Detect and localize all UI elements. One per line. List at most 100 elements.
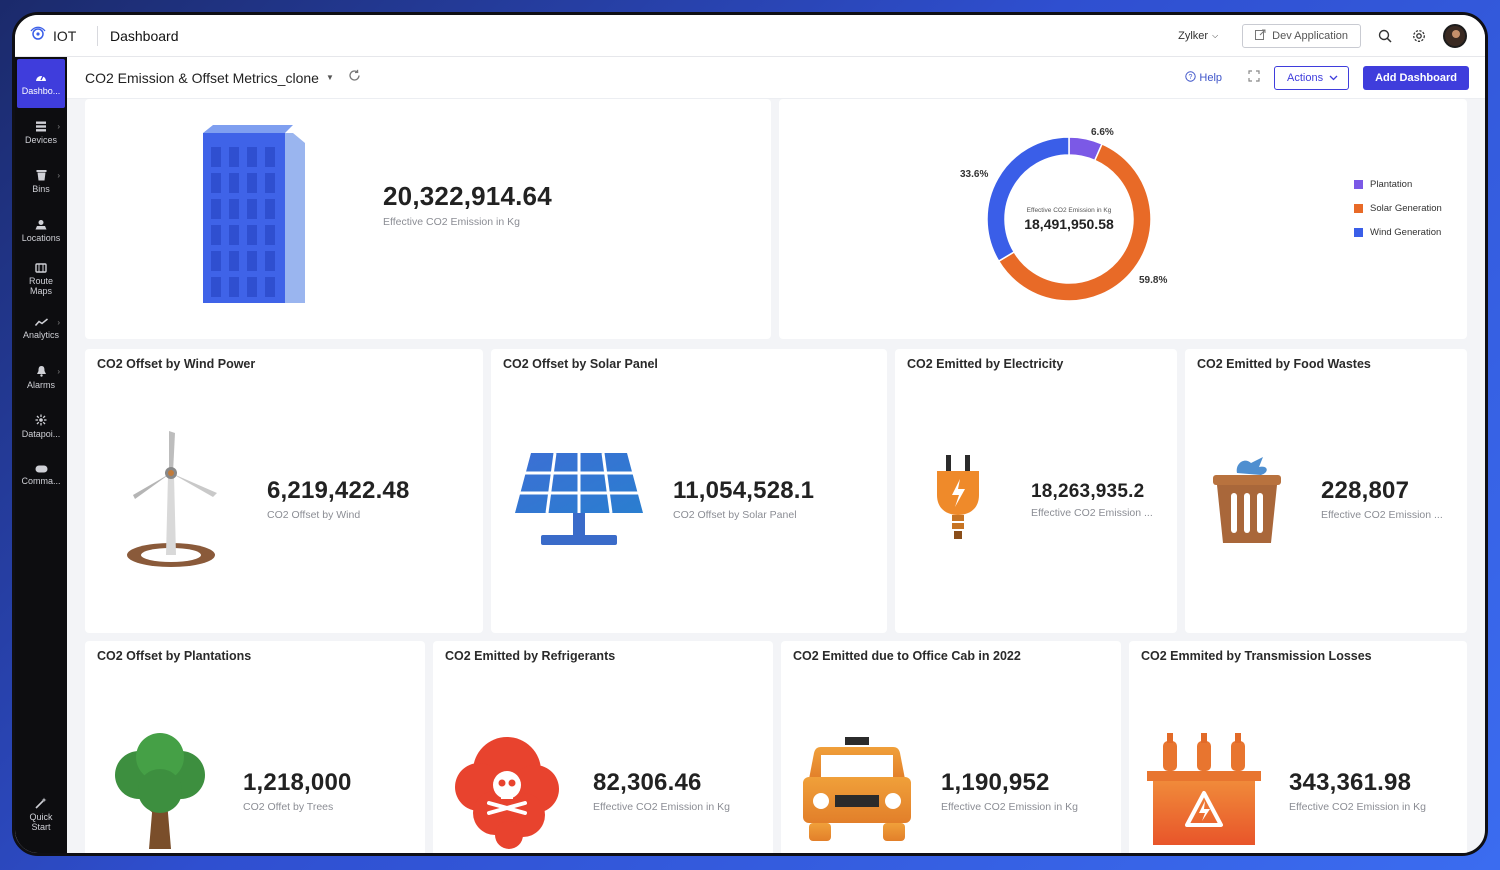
building-window bbox=[265, 251, 275, 271]
sidebar-item-route-maps[interactable]: Route Maps bbox=[17, 255, 65, 304]
analytics-icon bbox=[34, 317, 48, 326]
office-cab-metric: 1,190,952 Effective CO2 Emission in Kg bbox=[941, 769, 1078, 813]
dev-application-button[interactable]: Dev Application bbox=[1242, 23, 1361, 48]
transmission-loss-emission-card[interactable]: CO2 Emmited by Transmission Losses 343,3… bbox=[1129, 641, 1467, 853]
gear-icon[interactable] bbox=[1409, 26, 1429, 46]
org-name: Zylker bbox=[1178, 29, 1209, 42]
legend-item[interactable]: Wind Generation bbox=[1354, 227, 1442, 238]
food-waste-bin-icon bbox=[1213, 457, 1281, 543]
app-window: IOT Dashboard Zylker ⌵ Dev Application D… bbox=[12, 12, 1488, 856]
fullscreen-icon[interactable] bbox=[1248, 69, 1260, 87]
search-icon[interactable] bbox=[1375, 26, 1395, 46]
legend-item[interactable]: Plantation bbox=[1354, 179, 1442, 190]
emission-donut-card[interactable]: Effective CO2 Emission in Kg 18,491,950.… bbox=[779, 99, 1467, 339]
chart-legend: Plantation Solar Generation Wind Generat… bbox=[1354, 179, 1442, 251]
avatar[interactable] bbox=[1443, 23, 1467, 48]
route-map-icon bbox=[35, 263, 47, 273]
electricity-emission-card[interactable]: CO2 Emitted by Electricity 18,263,935.2 … bbox=[895, 349, 1177, 633]
card-title: CO2 Offset by Wind Power bbox=[97, 357, 256, 371]
plantation-offset-card[interactable]: CO2 Offset by Plantations 1,218,000 CO2 … bbox=[85, 641, 425, 853]
building-window bbox=[229, 277, 239, 297]
sidebar-item-commands[interactable]: Comma... bbox=[17, 451, 65, 500]
card-title: CO2 Offset by Solar Panel bbox=[503, 357, 658, 371]
legend-swatch bbox=[1354, 228, 1363, 237]
office-cab-emission-card[interactable]: CO2 Emitted due to Office Cab in 2022 1,… bbox=[781, 641, 1121, 853]
org-selector[interactable]: Zylker ⌵ bbox=[1178, 30, 1218, 42]
metric-label: Effective CO2 Emission in Kg bbox=[941, 801, 1078, 813]
building-window bbox=[265, 199, 275, 219]
metric-label: Effective CO2 Emission in Kg bbox=[593, 801, 730, 813]
metric-value: 6,219,422.48 bbox=[267, 477, 410, 504]
building-window bbox=[247, 147, 257, 167]
electricity-metric: 18,263,935.2 Effective CO2 Emission ... bbox=[1031, 481, 1153, 519]
transformer-icon bbox=[1147, 733, 1261, 845]
actions-label: Actions bbox=[1287, 71, 1324, 84]
food-waste-emission-card[interactable]: CO2 Emitted by Food Wastes 228,807 Effec… bbox=[1185, 349, 1467, 633]
dashboard-selector[interactable]: CO2 Emission & Offset Metrics_clone bbox=[85, 70, 319, 86]
metric-label: Effective CO2 Emission in Kg bbox=[1289, 801, 1426, 813]
card-title: CO2 Offset by Plantations bbox=[97, 649, 252, 663]
legend-swatch bbox=[1354, 204, 1363, 213]
sidebar-item-datapoints[interactable]: Datapoi... bbox=[17, 402, 65, 451]
sidebar-item-devices[interactable]: Devices › bbox=[17, 108, 65, 157]
brand-name: IOT bbox=[53, 27, 77, 44]
sidebar-item-analytics[interactable]: Analytics › bbox=[17, 304, 65, 353]
legend-item[interactable]: Solar Generation bbox=[1354, 203, 1442, 214]
sidebar: Dashbo... Devices › Bins › Locations Rou… bbox=[15, 57, 67, 853]
sidebar-item-bins[interactable]: Bins › bbox=[17, 157, 65, 206]
alarm-icon bbox=[36, 366, 46, 377]
metric-label: Effective CO2 Emission ... bbox=[1321, 509, 1443, 521]
chevron-right-icon: › bbox=[57, 122, 60, 131]
building-icon bbox=[203, 125, 305, 303]
dashboard-header: CO2 Emission & Offset Metrics_clone ▼ ? … bbox=[67, 57, 1485, 99]
donut-center: Effective CO2 Emission in Kg 18,491,950.… bbox=[1009, 207, 1129, 232]
metric-value: 20,322,914.64 bbox=[383, 181, 552, 211]
wind-turbine-icon bbox=[127, 431, 217, 567]
plug-icon bbox=[937, 455, 979, 539]
building-window bbox=[211, 225, 221, 245]
refrigerant-emission-card[interactable]: CO2 Emitted by Refrigerants 82,306.46 Ef… bbox=[433, 641, 773, 853]
external-link-icon bbox=[1255, 29, 1266, 43]
metric-label: CO2 Offset by Solar Panel bbox=[673, 509, 797, 521]
caret-down-icon[interactable]: ▼ bbox=[326, 73, 334, 82]
legend-swatch bbox=[1354, 180, 1363, 189]
help-icon: ? bbox=[1185, 70, 1197, 85]
sidebar-item-locations[interactable]: Locations bbox=[17, 206, 65, 255]
bin-icon bbox=[36, 170, 46, 181]
donut-center-value: 18,491,950.58 bbox=[1024, 216, 1114, 232]
add-dashboard-button[interactable]: Add Dashboard bbox=[1363, 65, 1469, 90]
sidebar-item-label: Quick Start bbox=[29, 812, 53, 832]
sidebar-item-alarms[interactable]: Alarms › bbox=[17, 353, 65, 402]
solar-offset-card[interactable]: CO2 Offset by Solar Panel 11,054,528.1 C… bbox=[491, 349, 887, 633]
help-link[interactable]: ? Help bbox=[1185, 70, 1222, 85]
sidebar-item-label: Route Maps bbox=[28, 276, 54, 296]
building-window bbox=[229, 199, 239, 219]
sidebar-item-dashboard[interactable]: Dashbo... bbox=[17, 59, 65, 108]
sidebar-item-quick-start[interactable]: Quick Start bbox=[17, 790, 65, 839]
building-window bbox=[265, 277, 275, 297]
actions-button[interactable]: Actions bbox=[1274, 65, 1350, 90]
chevron-right-icon: › bbox=[57, 318, 60, 327]
wind-offset-card[interactable]: CO2 Offset by Wind Power 6,219,422.48 CO… bbox=[85, 349, 483, 633]
location-icon bbox=[35, 219, 47, 229]
refrigerant-metric: 82,306.46 Effective CO2 Emission in Kg bbox=[593, 769, 730, 813]
solar-metric: 11,054,528.1 CO2 Offset by Solar Panel bbox=[673, 477, 814, 521]
svg-text:?: ? bbox=[1189, 74, 1193, 81]
sidebar-item-label: Datapoi... bbox=[21, 429, 61, 439]
card-title: CO2 Emitted due to Office Cab in 2022 bbox=[793, 649, 1021, 663]
solar-panel-icon bbox=[515, 452, 643, 545]
donut-center-label: Effective CO2 Emission in Kg bbox=[1026, 207, 1112, 214]
building-window bbox=[247, 225, 257, 245]
metric-label: CO2 Offset by Wind bbox=[267, 509, 361, 521]
building-window bbox=[211, 251, 221, 271]
brand[interactable]: IOT bbox=[15, 25, 87, 46]
legend-label: Solar Generation bbox=[1370, 203, 1442, 214]
refresh-icon[interactable] bbox=[348, 69, 361, 87]
card-title: CO2 Emmited by Transmission Losses bbox=[1141, 649, 1372, 663]
metric-value: 18,263,935.2 bbox=[1031, 481, 1145, 502]
metric-value: 82,306.46 bbox=[593, 769, 702, 796]
metric-label: Effective CO2 Emission in Kg bbox=[383, 216, 520, 228]
donut-slice-wind-generation[interactable] bbox=[986, 136, 1070, 263]
emission-card[interactable]: 20,322,914.64 Effective CO2 Emission in … bbox=[85, 99, 771, 339]
sidebar-item-label: Dashbo... bbox=[21, 85, 61, 96]
